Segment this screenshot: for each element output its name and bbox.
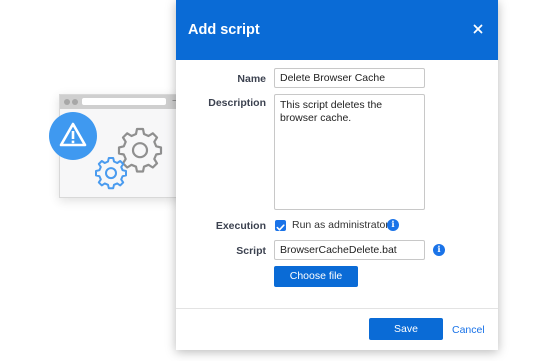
close-icon[interactable] bbox=[468, 19, 488, 39]
run-as-admin-checkbox[interactable] bbox=[275, 220, 286, 231]
execution-label: Execution bbox=[215, 220, 266, 232]
save-button[interactable]: Save bbox=[369, 318, 443, 340]
footer-divider bbox=[176, 308, 498, 309]
name-label: Name bbox=[237, 73, 266, 85]
add-script-dialog: Add script Name Description This script … bbox=[176, 0, 498, 350]
window-dot bbox=[72, 99, 78, 105]
script-label: Script bbox=[236, 245, 266, 257]
description-label: Description bbox=[208, 97, 266, 109]
gear-icon bbox=[117, 127, 163, 173]
gear-icon bbox=[95, 157, 127, 190]
screen: − □ ✖ Add script bbox=[0, 0, 550, 361]
dialog-header: Add script bbox=[176, 0, 498, 60]
name-input[interactable] bbox=[274, 68, 425, 88]
run-as-admin-label: Run as administrator bbox=[292, 219, 389, 231]
address-bar-illustration bbox=[82, 98, 166, 105]
info-icon[interactable]: i bbox=[433, 244, 445, 256]
cancel-button[interactable]: Cancel bbox=[452, 323, 485, 337]
warning-icon bbox=[59, 122, 87, 147]
warning-badge bbox=[49, 112, 97, 160]
window-dot bbox=[64, 99, 70, 105]
script-input[interactable] bbox=[274, 240, 425, 260]
choose-file-button[interactable]: Choose file bbox=[274, 266, 358, 287]
dialog-title: Add script bbox=[188, 22, 260, 38]
description-textarea[interactable]: This script deletes the browser cache. bbox=[274, 94, 425, 210]
info-icon[interactable]: i bbox=[387, 219, 399, 231]
